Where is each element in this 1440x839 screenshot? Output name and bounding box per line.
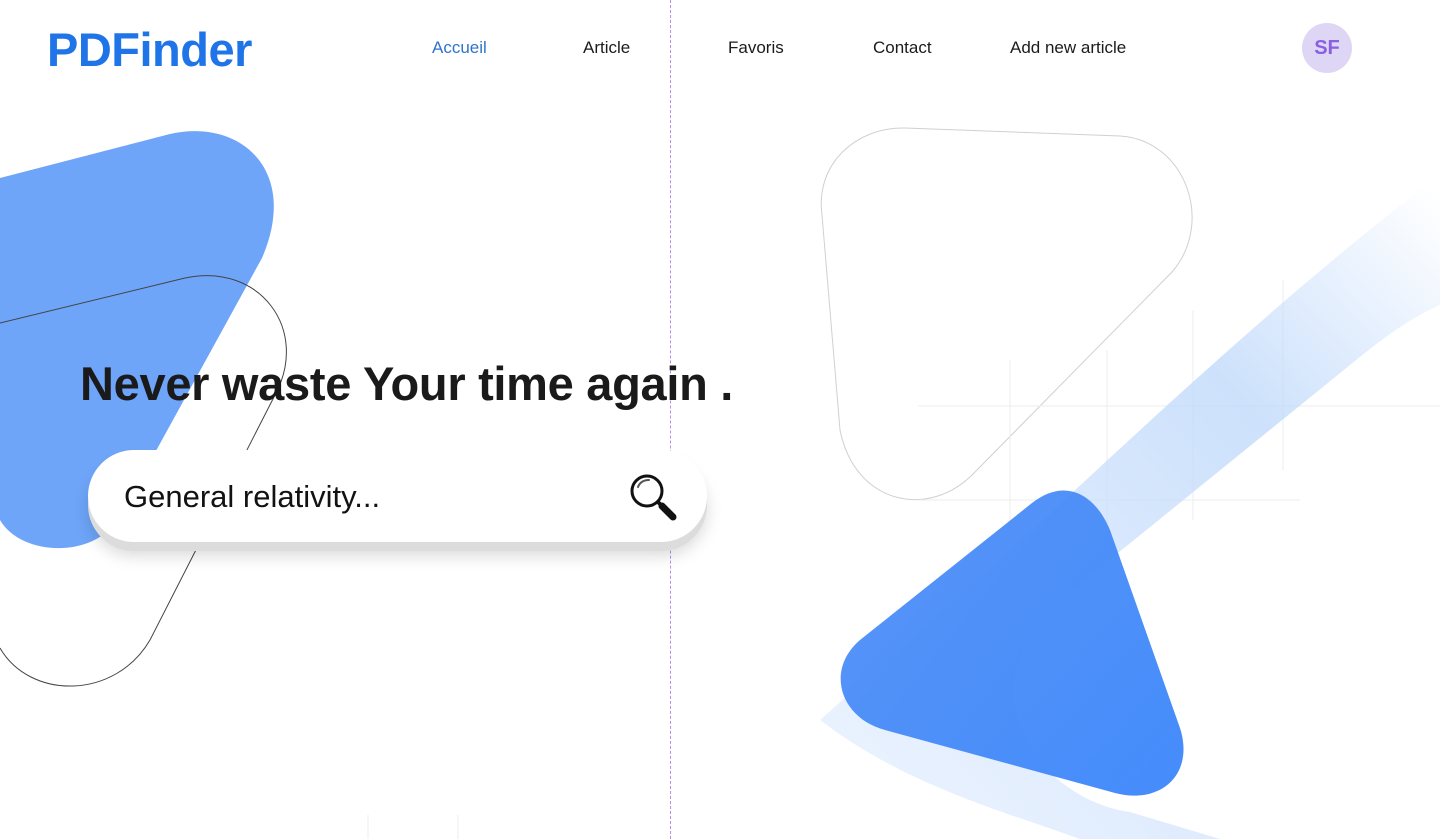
search-bar — [88, 450, 707, 542]
search-input[interactable] — [124, 474, 604, 520]
background-shapes — [0, 127, 1440, 839]
nav-link-article[interactable]: Article — [583, 38, 630, 58]
nav-link-accueil[interactable]: Accueil — [432, 38, 487, 58]
guide-line — [670, 0, 671, 839]
brand-logo[interactable]: PDFinder — [47, 24, 252, 76]
magnifier-icon — [630, 474, 677, 521]
nav-link-add-new-article[interactable]: Add new article — [1010, 38, 1126, 58]
user-avatar[interactable]: SF — [1302, 23, 1352, 73]
nav-link-favoris[interactable]: Favoris — [728, 38, 784, 58]
hero-title: Never waste Your time again . — [80, 357, 734, 410]
nav-link-contact[interactable]: Contact — [873, 38, 932, 58]
top-navbar: PDFinder Accueil Article Favoris Contact… — [0, 0, 1440, 100]
search-button[interactable] — [628, 472, 680, 524]
